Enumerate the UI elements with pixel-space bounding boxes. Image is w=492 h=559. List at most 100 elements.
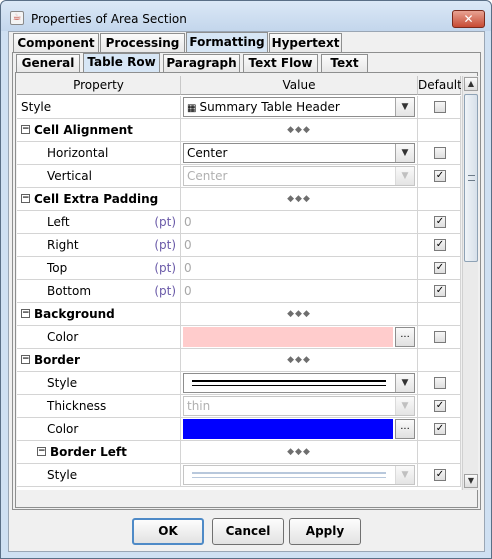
default-cell: ✓ [418,234,461,256]
property-value-cell[interactable]: ◆◆◆ [181,303,418,325]
unit-label: (pt) [154,215,176,229]
default-checkbox[interactable]: ✓ [434,262,446,274]
value-combo: thin ▼ [183,396,415,416]
collapse-icon[interactable]: − [21,309,30,318]
property-value-cell[interactable]: ◆◆◆ [181,441,418,463]
scroll-down-icon[interactable]: ▼ [464,474,478,488]
ok-button[interactable]: OK [132,518,204,545]
table-row[interactable]: − Border ◆◆◆ [17,349,461,372]
tab-paragraph[interactable]: Paragraph [163,54,240,73]
table-row[interactable]: Color... ✓ [17,418,461,441]
apply-button[interactable]: Apply [289,518,361,545]
property-name-cell: − Background [17,303,181,325]
value-combo: Center ▼ [183,166,415,186]
property-label: Right [47,238,79,252]
property-label: Left [47,215,70,229]
property-value-cell[interactable]: thin ▼ [181,395,418,417]
default-checkbox[interactable]: ✓ [434,469,446,481]
default-checkbox[interactable]: ✓ [434,423,446,435]
unit-label: (pt) [154,238,176,252]
property-value-cell[interactable]: Center ▼ [181,165,418,187]
dropdown-arrow-icon[interactable]: ▼ [395,98,414,116]
default-checkbox[interactable]: ✓ [434,239,446,251]
table-row[interactable]: Top (pt) 0 ✓ [17,257,461,280]
tab-table-row[interactable]: Table Row [83,53,160,72]
column-header-value[interactable]: Value [181,76,418,95]
table-row[interactable]: − Background ◆◆◆ [17,303,461,326]
tab-text[interactable]: Text [321,54,368,73]
default-cell: ✓ [418,464,461,486]
value-combo[interactable]: Center ▼ [183,143,415,163]
tab-processing[interactable]: Processing [100,33,185,53]
default-checkbox[interactable] [434,377,446,389]
property-value-cell[interactable]: ... [181,418,418,440]
table-row[interactable]: Thickness thin ▼ ✓ [17,395,461,418]
default-checkbox[interactable] [434,147,446,159]
default-checkbox[interactable] [434,101,446,113]
collapse-icon[interactable]: − [21,355,30,364]
tab-text-flow[interactable]: Text Flow [243,54,318,73]
color-picker-button[interactable]: ... [395,419,415,439]
collapse-icon[interactable]: − [21,194,30,203]
property-value-cell[interactable]: ◆◆◆ [181,188,418,210]
value-combo[interactable]: ▦ Summary Table Header ▼ [183,97,415,117]
group-marker: ◆◆◆ [287,309,311,319]
table-row[interactable]: Horizontal Center ▼ [17,142,461,165]
property-value-cell[interactable]: 0 [181,234,418,256]
table-row[interactable]: − Border Left ◆◆◆ [17,441,461,464]
table-row[interactable]: Vertical Center ▼ ✓ [17,165,461,188]
default-checkbox[interactable]: ✓ [434,400,446,412]
default-cell [418,96,461,118]
property-value-cell[interactable]: ◆◆◆ [181,119,418,141]
table-row[interactable]: Bottom (pt) 0 ✓ [17,280,461,303]
table-row[interactable]: Style ▼ ✓ [17,464,461,487]
default-checkbox[interactable]: ✓ [434,216,446,228]
default-checkbox[interactable]: ✓ [434,170,446,182]
default-checkbox[interactable] [434,331,446,343]
scroll-up-icon[interactable]: ▲ [464,77,478,91]
property-value-cell[interactable]: 0 [181,257,418,279]
property-value-cell[interactable]: ◆◆◆ [181,349,418,371]
table-row[interactable]: Color... [17,326,461,349]
vertical-scrollbar[interactable]: ▲ ▼ [462,76,478,490]
table-row[interactable]: − Cell Extra Padding ◆◆◆ [17,188,461,211]
tab-component[interactable]: Component [13,33,99,53]
color-swatch[interactable] [183,327,393,347]
property-label: Vertical [47,169,92,183]
tab-general[interactable]: General [16,54,80,73]
color-swatch[interactable] [183,419,393,439]
line-style-combo[interactable]: ▼ [183,373,415,393]
tab-formatting[interactable]: Formatting [186,32,268,53]
title-bar[interactable]: ☕ Properties of Area Section ✕ [1,1,491,31]
column-header-default[interactable]: Default [418,76,461,95]
collapse-icon[interactable]: − [21,125,30,134]
property-value-cell[interactable]: ▼ [181,372,418,394]
property-value-cell[interactable]: ▼ [181,464,418,486]
close-button[interactable]: ✕ [452,10,485,28]
table-row[interactable]: Left (pt) 0 ✓ [17,211,461,234]
property-value-cell[interactable]: 0 [181,211,418,233]
default-cell [418,188,461,210]
column-header-property[interactable]: Property [17,76,181,95]
property-label: Border Left [50,445,127,459]
table-row[interactable]: Style ▦ Summary Table Header ▼ [17,96,461,119]
collapse-icon[interactable]: − [37,447,46,456]
scrollbar-thumb[interactable] [464,94,478,262]
property-value-cell[interactable]: 0 [181,280,418,302]
table-row[interactable]: − Cell Alignment ◆◆◆ [17,119,461,142]
default-cell: ✓ [418,395,461,417]
property-name-cell: Style [17,96,181,118]
default-checkbox[interactable]: ✓ [434,285,446,297]
table-row[interactable]: Style ▼ [17,372,461,395]
table-row[interactable]: Right (pt) 0 ✓ [17,234,461,257]
value-text: 0 [184,261,192,275]
property-value-cell[interactable]: ▦ Summary Table Header ▼ [181,96,418,118]
property-value-cell[interactable]: ... [181,326,418,348]
dropdown-arrow-icon[interactable]: ▼ [395,374,414,392]
tab-hypertext[interactable]: Hypertext [269,33,342,53]
dropdown-arrow-icon[interactable]: ▼ [395,144,414,162]
color-picker-button[interactable]: ... [395,327,415,347]
property-value-cell[interactable]: Center ▼ [181,142,418,164]
cancel-button[interactable]: Cancel [212,518,284,545]
table-row-tab-panel: Property Value Default Style ▦ Summary Tab… [15,72,478,508]
